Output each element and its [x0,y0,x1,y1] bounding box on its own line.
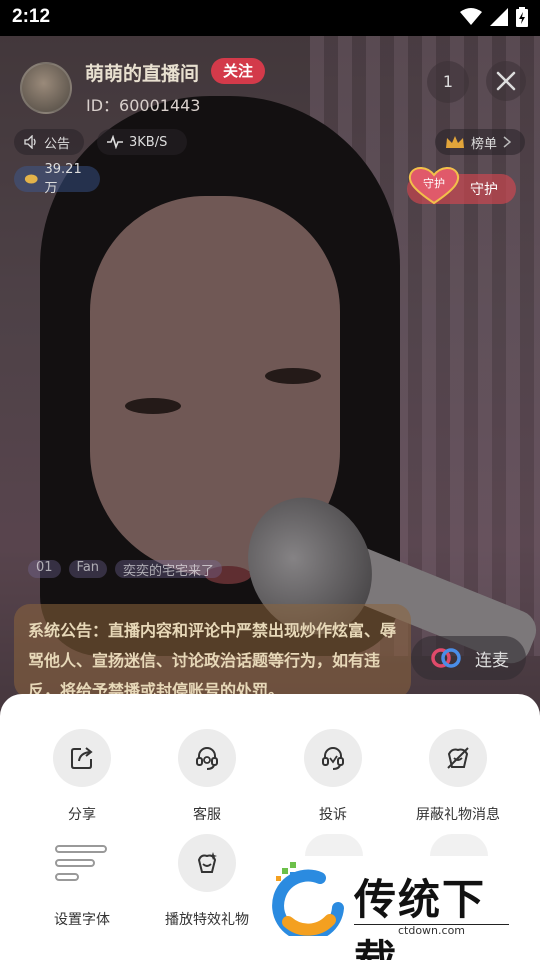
network-speed-pill: 3KB/S [97,129,187,155]
share-icon-circle [53,729,111,787]
notice-label: 公告 [44,136,71,152]
guard-badge-text: 守护 [423,176,445,190]
system-announcement: 系统公告：直播内容和评论中严禁出现炒作炫富、辱骂他人、宣扬迷信、讨论政治话题等行… [14,604,411,698]
coins-value: 39.21万 [44,162,82,196]
font-label: 设置字体 [54,912,110,928]
chat-strip: 01 Fan 奕奕的宅宅来了 [28,560,223,579]
room-id: ID：60001443 [86,96,201,115]
watermark-logo [272,862,344,936]
wifi-icon [460,8,482,25]
hidden-option-circle [430,834,488,856]
site-watermark: 传统下载 ctdown.com [268,860,518,960]
signal-icon [490,8,508,26]
chevron-right-icon [503,136,512,148]
notice-pill[interactable]: 公告 [14,129,84,155]
guard-label: 守护 [470,182,498,198]
link-mic-label: 连麦 [475,650,509,671]
play-effect-gifts-option[interactable]: 播放特效礼物 [142,834,272,929]
chat-entry-message: 奕奕的宅宅来了 [115,560,223,579]
network-speed-value: 3KB/S [129,134,168,150]
block-gift-label: 屏蔽礼物消息 [416,807,500,823]
link-mic-button[interactable]: 连麦 [411,636,526,680]
hidden-option-circle [305,834,363,856]
font-lines-icon [55,845,107,881]
share-label: 分享 [68,807,96,823]
system-icons [460,7,528,27]
report-icon [322,747,344,770]
headset-icon [196,747,218,770]
effect-label: 播放特效礼物 [165,912,249,928]
service-label: 客服 [193,807,221,823]
pulse-icon [107,135,123,149]
customer-service-option[interactable]: 客服 [142,729,272,824]
report-option[interactable]: 投诉 [268,729,398,824]
viewer-count[interactable]: 1 [427,61,469,103]
font-settings-option[interactable]: 设置字体 [17,834,147,929]
status-bar: 2:12 [0,0,540,36]
share-icon [71,747,93,769]
follow-button[interactable]: 关注 [211,58,265,84]
report-label: 投诉 [319,807,347,823]
coins-pill: 39.21万 [14,162,100,196]
crown-icon [446,136,464,148]
link-mic-icon [431,648,461,668]
streamer-avatar[interactable] [20,62,72,114]
share-option[interactable]: 分享 [17,729,147,824]
close-icon [496,71,516,91]
watermark-title: 传统下载 [354,875,487,960]
gift-block-icon [447,747,469,769]
speaker-icon [24,135,36,149]
font-icon-circle [53,834,111,892]
status-time: 2:12 [12,6,51,27]
rank-label: 榜单 [471,136,498,152]
room-title: 萌萌的直播间 [85,63,200,85]
block-gift-icon-circle [429,729,487,787]
battery-charging-icon [516,7,528,27]
close-button[interactable] [486,61,526,101]
rank-pill[interactable]: 榜单 [435,129,525,155]
effect-gift-icon [197,852,217,873]
coin-icon [24,174,38,184]
watermark-url: ctdown.com [354,924,509,937]
chat-level-badge: 01 [28,560,61,578]
chat-fan-badge: Fan [68,560,108,578]
report-icon-circle [304,729,362,787]
block-gift-messages-option[interactable]: 屏蔽礼物消息 [393,729,523,824]
service-icon-circle [178,729,236,787]
effect-icon-circle [178,834,236,892]
guard-heart-icon: 守护 [408,167,460,205]
